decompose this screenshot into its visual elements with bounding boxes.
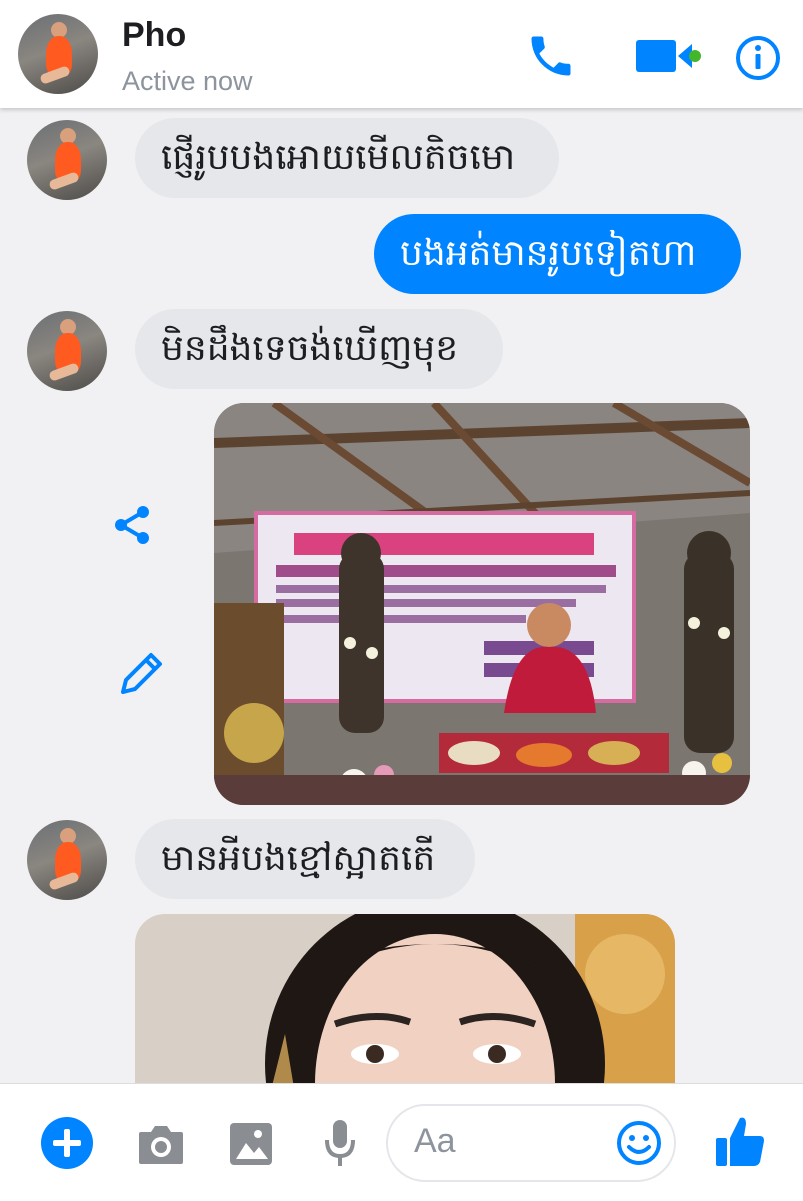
emoji-icon[interactable] <box>616 1120 662 1166</box>
contact-avatar[interactable] <box>18 14 98 94</box>
message-composer: Aa <box>0 1083 803 1201</box>
incoming-message[interactable]: មិនដឹងទេចង់ឃើញមុខ <box>135 309 503 389</box>
message-input-placeholder: Aa <box>414 1122 456 1160</box>
gallery-icon[interactable] <box>228 1121 274 1167</box>
sender-avatar[interactable] <box>27 820 107 900</box>
message-thread[interactable]: ផ្ញើរូបបងអោយមើលតិចមោ បងអត់មានរូបទៀតហា មិ… <box>0 108 803 1083</box>
outgoing-message[interactable]: បងអត់មានរូបទៀតហា <box>374 214 741 294</box>
contact-status: Active now <box>122 66 253 96</box>
incoming-message[interactable]: មានអីបងខ្មៅស្អាតតើ <box>135 819 475 899</box>
monk-ceremony-photo[interactable] <box>214 403 750 805</box>
incoming-message[interactable]: ផ្ញើរូបបងអោយមើលតិចមោ <box>135 118 559 198</box>
like-icon[interactable] <box>714 1114 766 1170</box>
phone-icon[interactable] <box>525 30 577 82</box>
video-icon[interactable] <box>636 38 702 76</box>
chat-header: Pho Active now <box>0 0 803 108</box>
contact-name[interactable]: Pho <box>122 16 186 55</box>
plus-icon[interactable] <box>40 1116 94 1170</box>
selfie-photo[interactable] <box>135 914 675 1083</box>
share-icon[interactable] <box>110 502 156 548</box>
sender-avatar[interactable] <box>27 311 107 391</box>
sender-avatar[interactable] <box>27 120 107 200</box>
edit-icon[interactable] <box>115 648 167 700</box>
message-input[interactable]: Aa <box>386 1104 676 1182</box>
microphone-icon[interactable] <box>322 1118 358 1170</box>
camera-icon[interactable] <box>137 1122 185 1166</box>
info-icon[interactable] <box>735 35 781 81</box>
